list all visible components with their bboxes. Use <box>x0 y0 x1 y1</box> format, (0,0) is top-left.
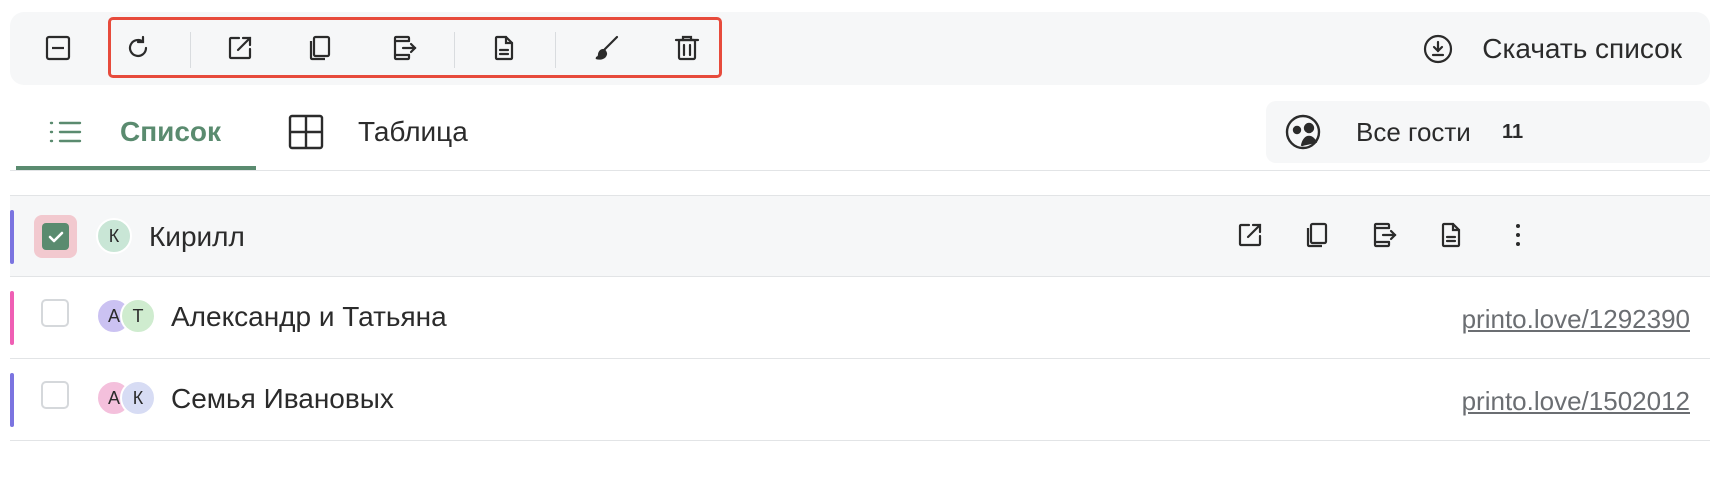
guest-row[interactable]: К Кирилл <box>10 195 1710 277</box>
row-checkbox[interactable] <box>41 299 69 327</box>
toolbar: Скачать список <box>10 12 1710 85</box>
row-checkbox[interactable] <box>41 381 69 409</box>
open-external-icon[interactable] <box>220 28 260 68</box>
export-device-icon[interactable] <box>384 28 424 68</box>
copy-icon[interactable] <box>300 28 340 68</box>
list-icon <box>48 118 82 146</box>
copy-icon[interactable] <box>1297 215 1337 255</box>
guest-row[interactable]: А К Семья Ивановых printo.love/1502012 <box>10 359 1710 441</box>
toolbar-separator <box>190 32 191 68</box>
guests-icon <box>1284 113 1322 151</box>
row-color-bar <box>10 291 14 345</box>
tab-table[interactable]: Таблица <box>288 96 468 168</box>
toolbar-separator <box>555 32 556 68</box>
collapse-icon[interactable] <box>38 28 78 68</box>
grid-icon <box>288 114 324 150</box>
document-icon[interactable] <box>1431 215 1471 255</box>
tabs-divider <box>10 170 1710 171</box>
toolbar-separator <box>454 32 455 68</box>
row-color-bar <box>10 210 14 264</box>
more-vertical-icon[interactable] <box>1498 215 1538 255</box>
avatar: К <box>120 380 156 416</box>
guest-row[interactable]: А Т Александр и Татьяна printo.love/1292… <box>10 277 1710 359</box>
tab-list[interactable]: Список <box>48 96 221 168</box>
guest-name: Кирилл <box>149 221 245 252</box>
guest-invite-link[interactable]: printo.love/1292390 <box>1462 304 1690 335</box>
checkbox-checked-icon <box>42 223 69 250</box>
document-icon[interactable] <box>484 28 524 68</box>
avatar: К <box>96 218 132 254</box>
guest-invite-link[interactable]: printo.love/1502012 <box>1462 386 1690 417</box>
row-checkbox[interactable] <box>34 215 77 258</box>
row-color-bar <box>10 373 14 427</box>
download-icon <box>1422 33 1454 65</box>
guest-name: Семья Ивановых <box>171 383 394 414</box>
open-external-icon[interactable] <box>1230 215 1270 255</box>
export-device-icon[interactable] <box>1364 215 1404 255</box>
guest-name: Александр и Татьяна <box>171 301 447 332</box>
trash-icon[interactable] <box>667 28 707 68</box>
refresh-icon[interactable] <box>118 28 158 68</box>
brush-icon[interactable] <box>586 28 626 68</box>
tab-table-label: Таблица <box>358 116 468 147</box>
guest-filter-select[interactable]: Все гости 11 <box>1266 101 1710 163</box>
download-list-label: Скачать список <box>1482 33 1682 64</box>
avatar: Т <box>120 298 156 334</box>
tab-list-label: Список <box>120 116 222 147</box>
row-divider <box>10 440 1710 441</box>
download-list-button[interactable]: Скачать список <box>1422 26 1682 72</box>
filter-count-badge: 11 <box>1502 120 1524 143</box>
filter-label: Все гости <box>1356 116 1471 147</box>
